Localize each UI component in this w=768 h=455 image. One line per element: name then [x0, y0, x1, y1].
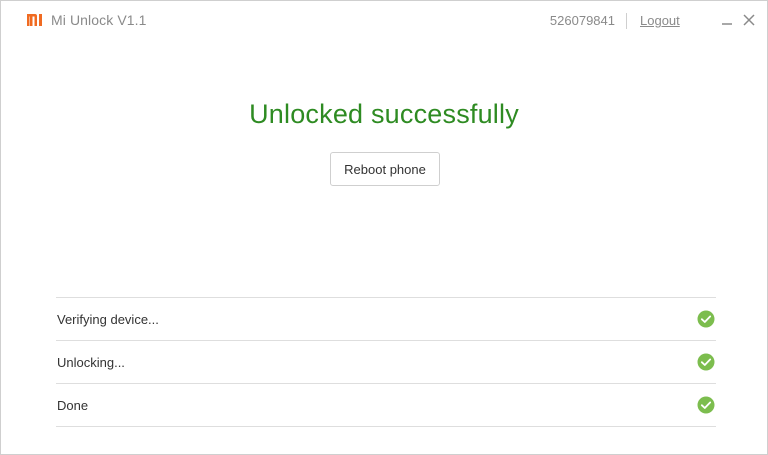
account-id: 526079841 [549, 13, 615, 28]
check-circle-icon [697, 310, 715, 328]
title-bar: Mi Unlock V1.1 526079841 Logout [1, 1, 767, 39]
close-button[interactable] [741, 11, 757, 29]
minimize-button[interactable] [719, 11, 735, 29]
check-circle-icon [697, 353, 715, 371]
status-title: Unlocked successfully [249, 99, 519, 129]
reboot-phone-button[interactable]: Reboot phone [330, 152, 440, 186]
step-item: Unlocking... [56, 341, 716, 384]
title-divider [626, 13, 627, 29]
step-item: Done [56, 384, 716, 427]
mi-unlock-window: Mi Unlock V1.1 526079841 Logout Unlocked… [0, 0, 768, 455]
logout-link[interactable]: Logout [640, 13, 680, 28]
close-icon [743, 14, 755, 26]
step-label: Verifying device... [57, 312, 159, 327]
brand: Mi Unlock V1.1 [26, 12, 147, 28]
minimize-icon [722, 23, 732, 25]
steps-list: Verifying device... Unlocking... Done [56, 297, 716, 427]
step-label: Unlocking... [57, 355, 125, 370]
mi-logo-icon [27, 14, 42, 26]
step-label: Done [57, 398, 89, 413]
check-circle-icon [697, 396, 715, 414]
step-item: Verifying device... [56, 298, 716, 341]
app-title: Mi Unlock V1.1 [51, 12, 147, 28]
